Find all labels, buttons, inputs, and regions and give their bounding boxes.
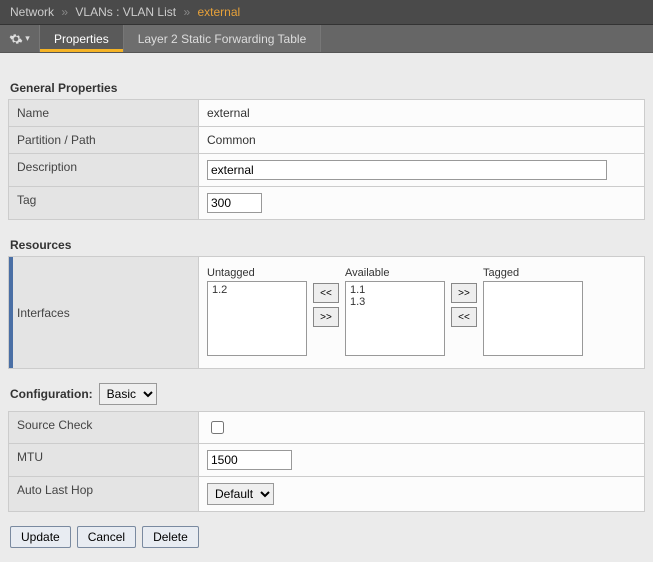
untagged-listbox[interactable]: 1.2: [207, 281, 307, 356]
description-label: Description: [9, 154, 199, 187]
settings-menu-button[interactable]: ▾: [0, 25, 40, 52]
available-label: Available: [345, 267, 445, 279]
configuration-table: Source Check MTU Auto Last Hop Default: [8, 411, 645, 512]
description-input[interactable]: [207, 160, 607, 180]
partition-path-value: Common: [199, 127, 645, 154]
tag-label: Tag: [9, 187, 199, 220]
configuration-label: Configuration:: [10, 387, 93, 401]
tagged-listbox[interactable]: [483, 281, 583, 356]
source-check-label: Source Check: [9, 412, 199, 444]
list-item[interactable]: 1.1: [350, 284, 440, 296]
auto-last-hop-select[interactable]: Default: [207, 483, 274, 505]
tab-bar: ▾ Properties Layer 2 Static Forwarding T…: [0, 25, 653, 53]
delete-button[interactable]: Delete: [142, 526, 199, 548]
resources-table: Interfaces Untagged 1.2 << >> Availabl: [8, 256, 645, 369]
move-left-untagged-button[interactable]: <<: [313, 283, 339, 303]
name-value: external: [199, 100, 645, 127]
list-item[interactable]: 1.3: [350, 296, 440, 308]
breadcrumb-root[interactable]: Network: [10, 5, 54, 19]
move-right-tagged-button[interactable]: >>: [451, 283, 477, 303]
partition-path-label: Partition / Path: [9, 127, 199, 154]
interfaces-label: Interfaces: [9, 257, 199, 369]
breadcrumb-vlan-list[interactable]: VLANs : VLAN List: [75, 5, 176, 19]
untagged-label: Untagged: [207, 267, 307, 279]
source-check-checkbox[interactable]: [211, 421, 224, 434]
section-general-properties: General Properties: [10, 81, 645, 95]
breadcrumb-current: external: [197, 5, 240, 19]
gear-icon: [9, 32, 23, 46]
cancel-button[interactable]: Cancel: [77, 526, 136, 548]
name-label: Name: [9, 100, 199, 127]
general-properties-table: Name external Partition / Path Common De…: [8, 99, 645, 220]
tag-input[interactable]: [207, 193, 262, 213]
available-listbox[interactable]: 1.11.3: [345, 281, 445, 356]
move-left-tagged-button[interactable]: <<: [451, 307, 477, 327]
mtu-input[interactable]: [207, 450, 292, 470]
section-resources: Resources: [10, 238, 645, 252]
configuration-select[interactable]: Basic: [99, 383, 157, 405]
tagged-label: Tagged: [483, 267, 583, 279]
tab-l2-static-forwarding[interactable]: Layer 2 Static Forwarding Table: [124, 25, 322, 52]
mtu-label: MTU: [9, 444, 199, 477]
update-button[interactable]: Update: [10, 526, 71, 548]
chevron-down-icon: ▾: [25, 33, 30, 44]
breadcrumb-sep-icon: »: [61, 5, 68, 19]
auto-last-hop-label: Auto Last Hop: [9, 477, 199, 512]
breadcrumb: Network » VLANs : VLAN List » external: [0, 0, 653, 25]
list-item[interactable]: 1.2: [212, 284, 302, 296]
breadcrumb-sep-icon: »: [183, 5, 190, 19]
tab-properties[interactable]: Properties: [40, 25, 124, 52]
move-right-untagged-button[interactable]: >>: [313, 307, 339, 327]
